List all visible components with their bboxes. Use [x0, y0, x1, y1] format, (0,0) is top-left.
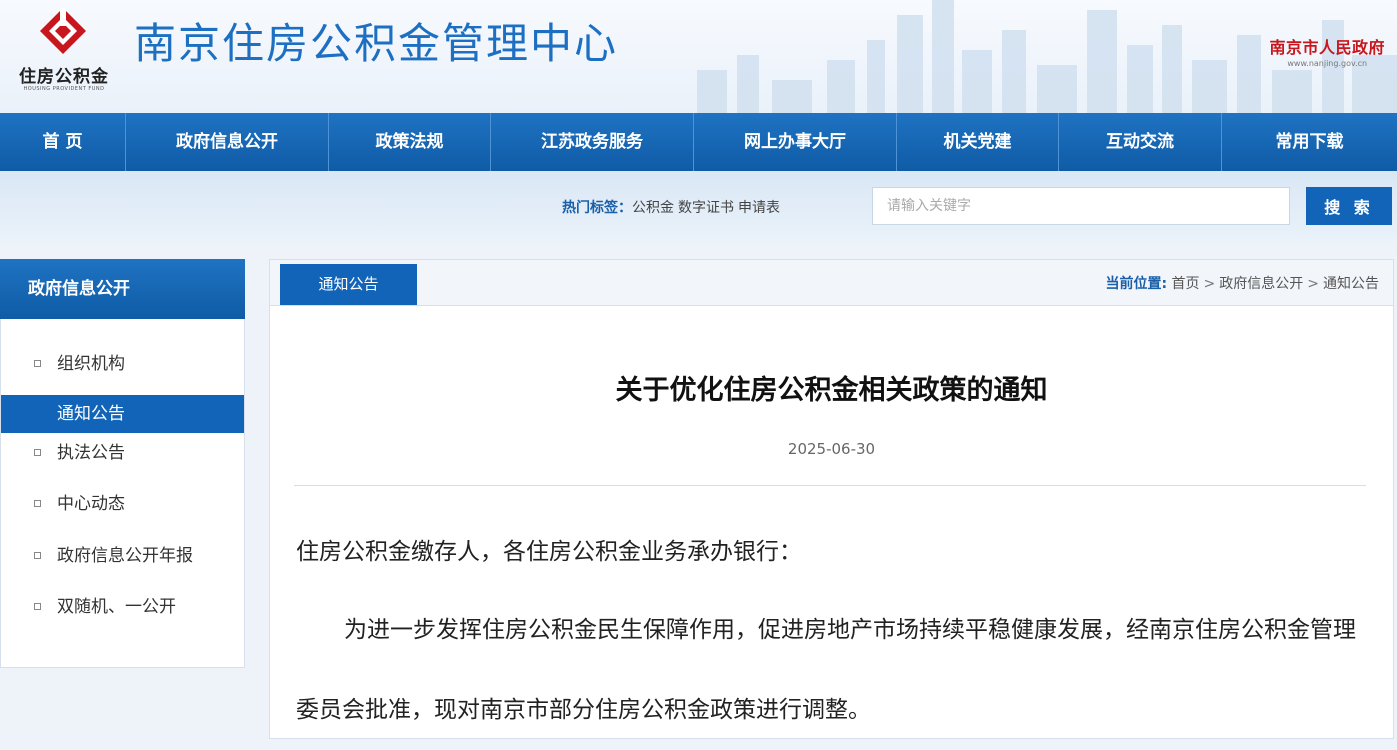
- search-bar: 热门标签：公积金数字证书申请表 搜 索: [0, 171, 1397, 242]
- logo-subtext: HOUSING PROVIDENT FUND: [23, 86, 105, 92]
- sidebar-item-enforcement[interactable]: 执法公告: [1, 434, 244, 472]
- article-paragraph: 为进一步发挥住房公积金民生保障作用，促进房地产市场持续平稳健康发展，经南京住房公…: [296, 617, 1356, 723]
- sidebar-item-label: 政府信息公开年报: [57, 546, 193, 566]
- nav-downloads[interactable]: 常用下载: [1222, 113, 1397, 171]
- nav-home[interactable]: 首 页: [0, 113, 126, 171]
- nav-interaction[interactable]: 互动交流: [1059, 113, 1222, 171]
- square-bullet-icon: [34, 603, 41, 610]
- sidebar-item-organization[interactable]: 组织机构: [1, 345, 244, 383]
- breadcrumb-gov-info[interactable]: 政府信息公开: [1219, 276, 1303, 292]
- square-bullet-icon: [34, 552, 41, 559]
- sidebar-item-notices[interactable]: 通知公告: [1, 395, 244, 433]
- article-date: 2025-06-30: [787, 440, 876, 458]
- hot-tag[interactable]: 公积金: [632, 200, 674, 216]
- sidebar-item-label: 双随机、一公开: [57, 597, 176, 617]
- sidebar-item-label: 执法公告: [57, 443, 125, 463]
- sidebar-title: 政府信息公开: [0, 259, 245, 319]
- content-tabbar: 通知公告 当前位置: 首页 > 政府信息公开 > 通知公告: [270, 260, 1393, 306]
- logo-diamond-icon: [40, 8, 86, 54]
- breadcrumb-separator: >: [1307, 276, 1319, 292]
- nav-party[interactable]: 机关党建: [897, 113, 1059, 171]
- nav-gov-info[interactable]: 政府信息公开: [126, 113, 329, 171]
- hot-tags: 热门标签：公积金 数字证书 申请表: [562, 197, 784, 217]
- site-header: 住房公积金 HOUSING PROVIDENT FUND 南京住房公积金管理中心…: [0, 0, 1397, 113]
- breadcrumb-home[interactable]: 首页: [1172, 276, 1200, 292]
- logo-text: 住房公积金: [19, 67, 109, 87]
- nav-policy[interactable]: 政策法规: [329, 113, 491, 171]
- sidebar-item-label: 组织机构: [57, 354, 125, 374]
- article-salutation: 住房公积金缴存人，各住房公积金业务承办银行：: [296, 539, 802, 565]
- nav-online-hall[interactable]: 网上办事大厅: [694, 113, 897, 171]
- hot-tag[interactable]: 申请表: [738, 200, 780, 216]
- housing-fund-logo[interactable]: 住房公积金 HOUSING PROVIDENT FUND: [8, 6, 120, 100]
- search-input[interactable]: [872, 187, 1290, 225]
- article-title: 关于优化住房公积金相关政策的通知: [615, 375, 1048, 406]
- square-bullet-icon: [34, 500, 41, 507]
- title-divider: [294, 485, 1366, 486]
- sidebar-item-label: 中心动态: [57, 494, 125, 514]
- nanjing-gov-link[interactable]: 南京市人民政府 www.nanjing.gov.cn: [1269, 34, 1385, 68]
- gov-url: www.nanjing.gov.cn: [1287, 59, 1368, 68]
- sidebar-item-annual-report[interactable]: 政府信息公开年报: [1, 537, 244, 575]
- site-title: 南京住房公积金管理中心: [134, 19, 619, 68]
- tab-notices[interactable]: 通知公告: [280, 264, 417, 305]
- sidebar: 政府信息公开 组织机构 通知公告 执法公告 中心动态 政府信息公开年报 双随机、…: [0, 259, 245, 668]
- hot-tags-label: 热门标签：: [562, 200, 632, 216]
- sidebar-item-label: 通知公告: [57, 404, 125, 424]
- main-content: 通知公告 当前位置: 首页 > 政府信息公开 > 通知公告 关于优化住房公积金相关政策的…: [269, 259, 1394, 739]
- gov-name: 南京市人民政府: [1269, 38, 1385, 57]
- search-button[interactable]: 搜 索: [1306, 187, 1392, 225]
- breadcrumb: 当前位置: 首页 > 政府信息公开 > 通知公告: [1105, 273, 1379, 293]
- sidebar-item-news[interactable]: 中心动态: [1, 485, 244, 523]
- breadcrumb-separator: >: [1203, 276, 1216, 292]
- nav-jiangsu-service[interactable]: 江苏政务服务: [491, 113, 694, 171]
- square-bullet-icon: [34, 360, 41, 367]
- breadcrumb-label: 当前位置:: [1105, 276, 1168, 292]
- main-nav: 首 页 政府信息公开 政策法规 江苏政务服务 网上办事大厅 机关党建 互动交流 …: [0, 113, 1397, 171]
- hot-tag[interactable]: 数字证书: [678, 200, 734, 216]
- square-bullet-icon: [34, 449, 41, 456]
- breadcrumb-notices[interactable]: 通知公告: [1323, 276, 1379, 292]
- sidebar-item-double-random[interactable]: 双随机、一公开: [1, 588, 244, 626]
